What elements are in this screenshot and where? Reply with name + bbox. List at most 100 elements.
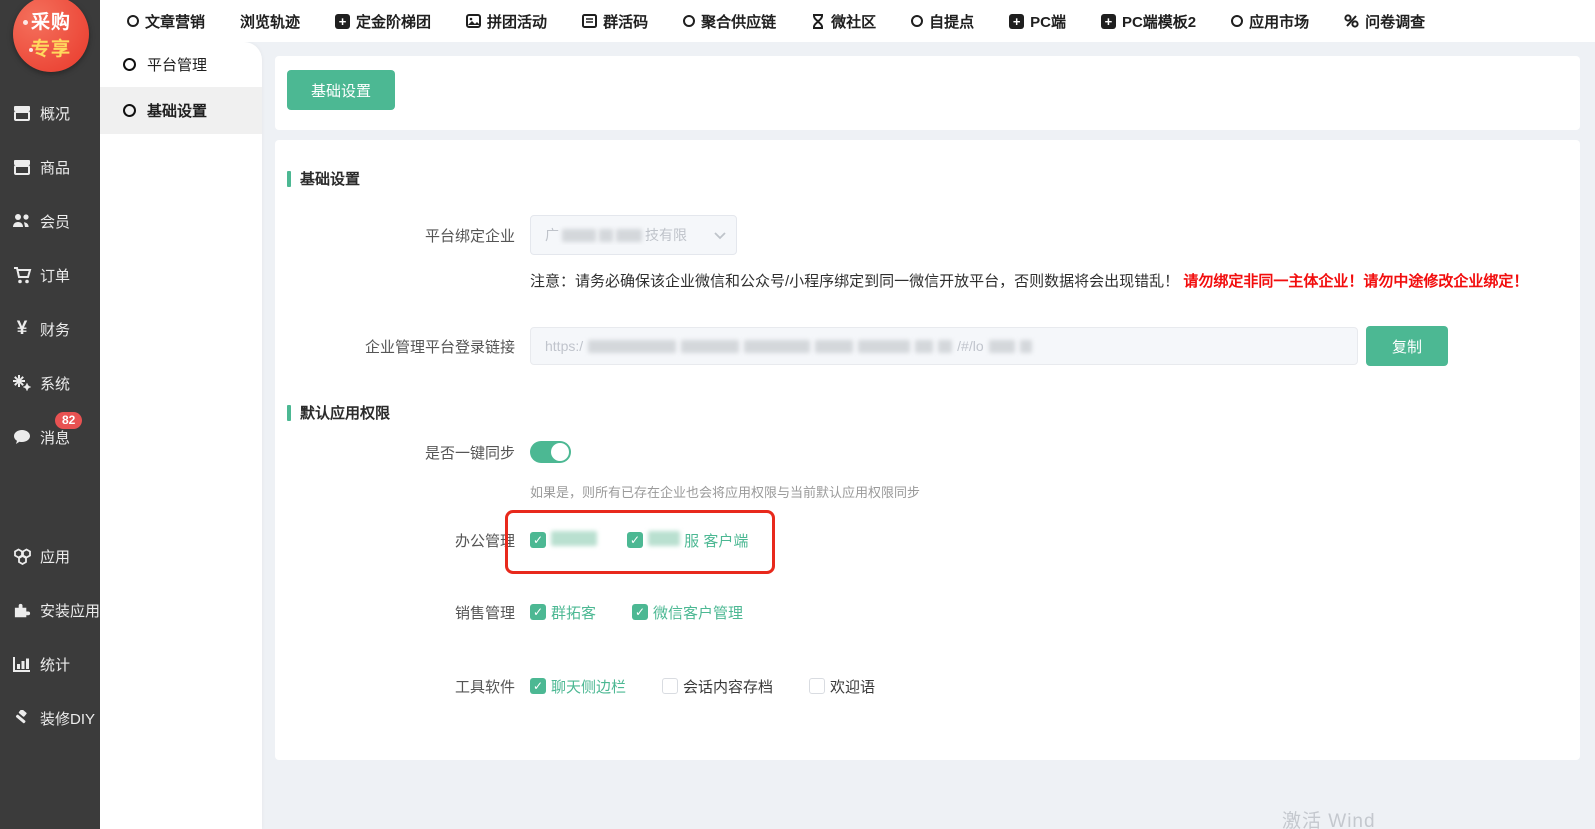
logo-dot [29,48,33,52]
circle-icon [1231,15,1243,27]
nav-item-micro-community[interactable]: 微社区 [811,11,876,32]
sidebar-item-product[interactable]: 商品 [0,140,100,194]
nav-item-deposit-ladder-group[interactable]: + 定金阶梯团 [335,11,431,32]
nav-item-label: 群活码 [603,11,648,32]
checkbox-checked-icon: ✓ [530,604,546,620]
tools-checkbox-welcome-message[interactable]: 欢迎语 [809,676,875,697]
install-icon [11,600,33,620]
sidebar-item-install-apps[interactable]: 安装应用 [0,583,100,637]
nav-item-app-market[interactable]: 应用市场 [1231,11,1309,32]
sales-checkbox-wechat-customer[interactable]: ✓ 微信客户管理 [632,602,743,623]
plus-square-icon: + [1101,14,1116,29]
sidebar-item-label: 消息 [40,427,70,448]
sidebar-item-finance[interactable]: ¥ 财务 [0,302,100,356]
sidebar-item-members[interactable]: 会员 [0,194,100,248]
office-checkbox-item-2[interactable]: ✓ 服 客户端 [627,530,748,551]
checkbox-unchecked-icon [662,678,678,694]
submenu-item-platform-management[interactable]: 平台管理 [100,42,262,88]
sidebar-item-label: 财务 [40,319,70,340]
sidebar-item-label: 商品 [40,157,70,178]
main-content: 基础设置 基础设置 平台绑定企业 广 技有限 [262,42,1595,829]
redacted-text [616,229,642,242]
tools-checkbox-session-archive[interactable]: 会话内容存档 [662,676,773,697]
sales-checkbox-quntuoke[interactable]: ✓ 群拓客 [530,602,596,623]
login-link-row: 企业管理平台登录链接 https:/ /#/lo 复制 [275,326,1580,366]
nav-item-self-pickup-point[interactable]: 自提点 [911,11,974,32]
sync-toggle[interactable] [530,441,571,463]
sidebar-item-system[interactable]: 系统 [0,356,100,410]
checkbox-label-text: 服 客户端 [684,533,748,550]
overview-icon [11,103,33,123]
sidebar-item-overview[interactable]: 概况 [0,86,100,140]
submenu-item-basic-settings[interactable]: 基础设置 [100,88,262,134]
message-count-badge: 82 [55,412,82,429]
decorate-icon [11,708,33,728]
office-checkbox-item-1[interactable]: ✓ [530,531,597,550]
nav-item-questionnaire[interactable]: 问卷调查 [1344,11,1425,32]
tools-software-row: 工具软件 ✓ 聊天侧边栏 会话内容存档 欢迎语 [275,676,1580,696]
checkbox-label-text: 微信客户管理 [653,602,743,623]
nav-item-group-live-code[interactable]: 群活码 [582,11,648,32]
sidebar-item-decorate-diy[interactable]: 装修DIY [0,691,100,745]
tools-label: 工具软件 [275,676,530,697]
sidebar-item-label: 应用 [40,546,70,567]
nav-item-label: 浏览轨迹 [240,11,300,32]
company-name-suffix: 技有限 [645,225,687,245]
checkbox-unchecked-icon [809,678,825,694]
note-warning-text: 请勿绑定非同一主体企业！请勿中途修改企业绑定！ [1183,273,1528,290]
section-accent-bar [287,405,291,421]
nav-item-label: 自提点 [929,11,974,32]
redacted-text [588,340,676,353]
login-link-input[interactable]: https:/ /#/lo [530,327,1358,365]
nav-item-aggregate-supply-chain[interactable]: 聚合供应链 [683,11,776,32]
app-logo[interactable]: 采购 专享 [13,0,89,72]
logo-text-line2: 专享 [31,34,71,61]
sidebar-item-apps[interactable]: 应用 [0,529,100,583]
sidebar-item-label: 统计 [40,654,70,675]
sync-toggle-row: 是否一键同步 [275,440,1580,464]
nav-item-article-marketing[interactable]: 文章营销 [127,11,205,32]
sync-help-text: 如果是，则所有已存在企业也会将应用权限与当前默认应用权限同步 [530,482,920,501]
tools-checkbox-chat-sidebar[interactable]: ✓ 聊天侧边栏 [530,676,626,697]
nav-item-browse-tracks[interactable]: 浏览轨迹 [240,11,300,32]
message-icon [11,427,33,447]
sidebar-item-label: 系统 [40,373,70,394]
image-icon [466,14,481,28]
redacted-text [938,340,952,353]
activate-windows-watermark: 激活 Wind [1282,806,1376,829]
nav-item-label: 拼团活动 [487,11,547,32]
redacted-text [915,340,933,353]
basic-settings-tab-button[interactable]: 基础设置 [287,70,395,110]
circle-icon [127,15,139,27]
circle-icon [123,58,136,71]
nav-item-label: 微社区 [831,11,876,32]
nav-item-label: 问卷调查 [1365,11,1425,32]
url-mid: /#/lo [957,338,983,354]
section-accent-bar [287,171,291,187]
logo-dot [23,20,28,25]
bind-company-select[interactable]: 广 技有限 [530,215,737,255]
section-title: 默认应用权限 [300,402,390,423]
sync-label: 是否一键同步 [275,442,530,463]
sidebar-item-label: 安装应用 [40,600,100,621]
submenu-item-label: 平台管理 [147,54,207,75]
nav-item-pc-client[interactable]: + PC端 [1009,11,1066,32]
circle-icon [683,15,695,27]
checkbox-label-masked [551,531,597,550]
nav-item-group-buy-activity[interactable]: 拼团活动 [466,11,547,32]
nav-item-label: 应用市场 [1249,11,1309,32]
section-basic-settings: 基础设置 [287,168,360,189]
sidebar-item-statistics[interactable]: 统计 [0,637,100,691]
sidebar-item-messages[interactable]: 82 消息 [0,410,100,464]
nav-item-label: PC端 [1030,11,1066,32]
chevron-down-icon [714,227,726,243]
nav-item-pc-template2[interactable]: + PC端模板2 [1101,11,1196,32]
qr-frame-icon [582,14,597,28]
redacted-text [562,229,596,242]
bind-company-note: 注意：请务必确保该企业微信和公众号/小程序绑定到同一微信开放平台，否则数据将会出… [530,270,1528,291]
system-icon [11,373,33,393]
sidebar-item-label: 会员 [40,211,70,232]
sidebar-item-orders[interactable]: 订单 [0,248,100,302]
login-link-label: 企业管理平台登录链接 [275,336,530,357]
copy-button[interactable]: 复制 [1366,326,1448,366]
